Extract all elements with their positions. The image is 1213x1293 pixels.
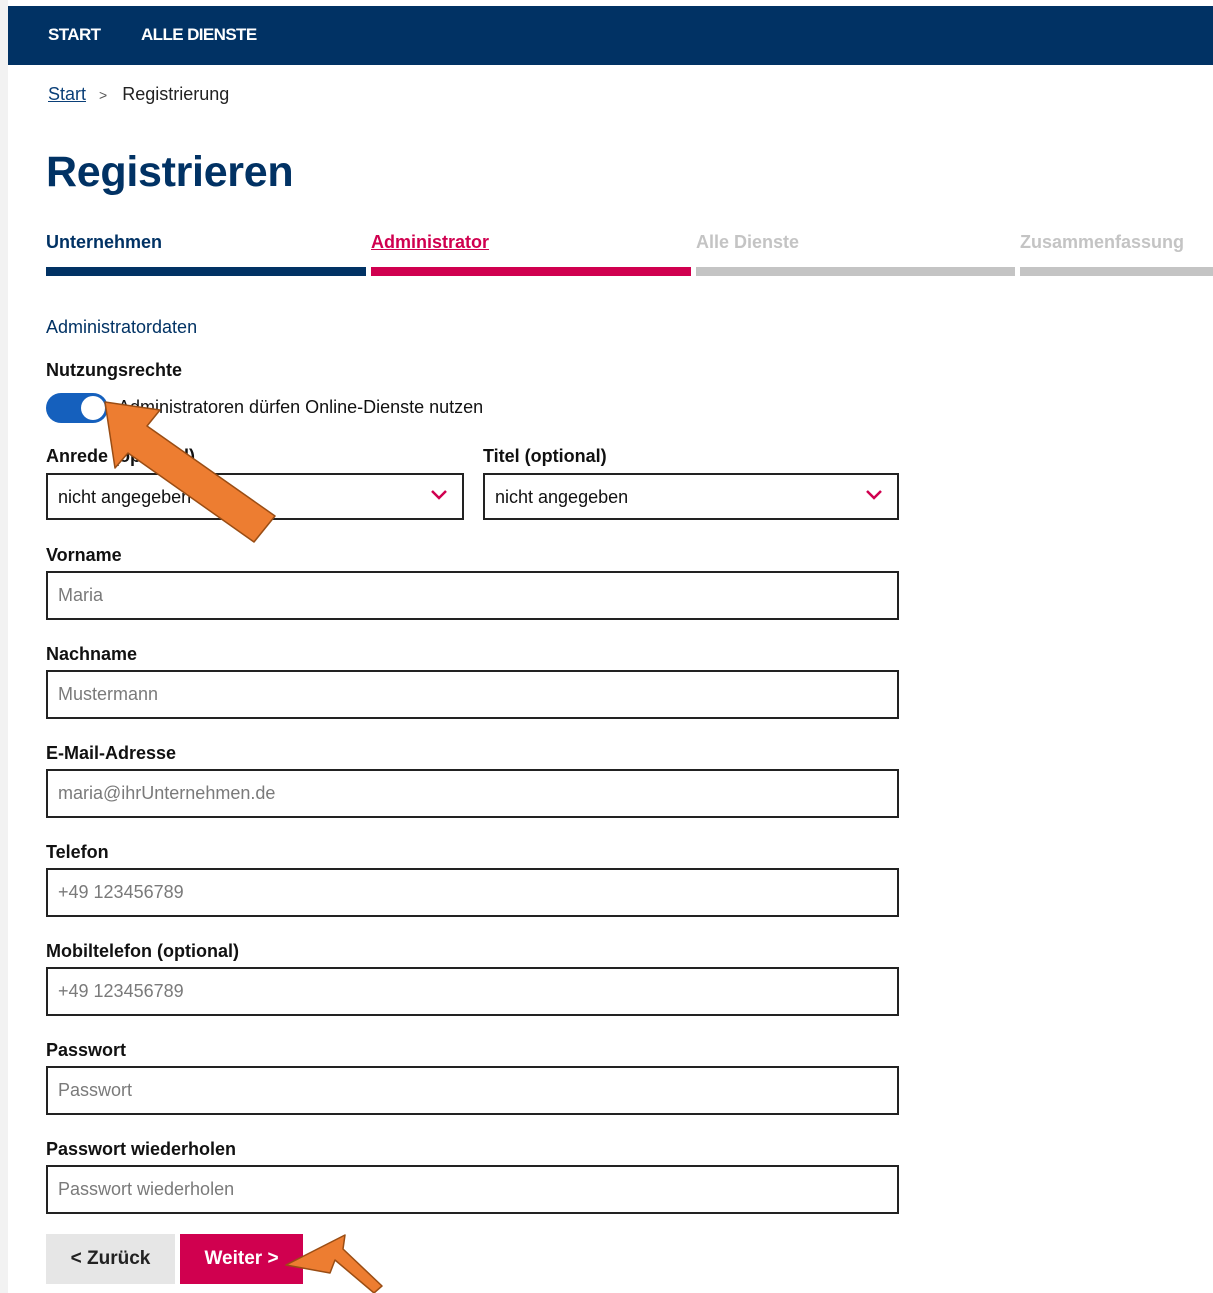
page-left-edge: [0, 0, 8, 1293]
step-administrator[interactable]: Administrator: [371, 232, 489, 253]
step-zusammenfassung: Zusammenfassung: [1020, 232, 1185, 252]
last-name-input[interactable]: [46, 670, 899, 719]
password-input[interactable]: [46, 1066, 899, 1115]
step-bar-unternehmen: [46, 267, 366, 276]
title-select[interactable]: nicht angegeben: [483, 473, 899, 520]
password-label: Passwort: [46, 1040, 127, 1060]
breadcrumb-separator: >: [99, 87, 108, 103]
annotation-arrow-icon: [285, 1234, 383, 1293]
title-label: Titel (optional): [483, 446, 607, 466]
breadcrumb: Start > Registrierung: [48, 84, 229, 105]
usage-rights-label: Nutzungsrechte: [46, 360, 183, 380]
annotation-arrow-icon: [104, 401, 276, 543]
title-value: nicht angegeben: [495, 487, 629, 507]
section-title: Administratordaten: [46, 317, 198, 337]
mobile-label: Mobiltelefon (optional): [46, 941, 239, 961]
last-name-label: Nachname: [46, 644, 138, 664]
first-name-label: Vorname: [46, 545, 122, 565]
step-bar-administrator: [371, 267, 691, 276]
chevron-down-icon: [431, 490, 447, 500]
step-alle-dienste: Alle Dienste: [696, 232, 800, 252]
email-input[interactable]: [46, 769, 899, 818]
email-label: E-Mail-Adresse: [46, 743, 177, 763]
step-bar-alle-dienste: [696, 267, 1015, 276]
phone-input[interactable]: [46, 868, 899, 917]
breadcrumb-current: Registrierung: [122, 84, 230, 104]
page-title: Registrieren: [46, 148, 294, 196]
top-navigation: START ALLE DIENSTE: [8, 6, 1213, 65]
step-bar-zusammenfassung: [1020, 267, 1213, 276]
mobile-input[interactable]: [46, 967, 899, 1016]
step-unternehmen[interactable]: Unternehmen: [46, 232, 162, 253]
phone-label: Telefon: [46, 842, 109, 862]
nav-item-start[interactable]: START: [48, 6, 101, 64]
nav-item-alle-dienste[interactable]: ALLE DIENSTE: [141, 6, 257, 64]
password-repeat-label: Passwort wiederholen: [46, 1139, 237, 1159]
breadcrumb-home-link[interactable]: Start: [48, 84, 86, 104]
back-button[interactable]: < Zurück: [46, 1234, 175, 1284]
password-repeat-input[interactable]: [46, 1165, 899, 1214]
chevron-down-icon: [866, 490, 882, 500]
first-name-input[interactable]: [46, 571, 899, 620]
